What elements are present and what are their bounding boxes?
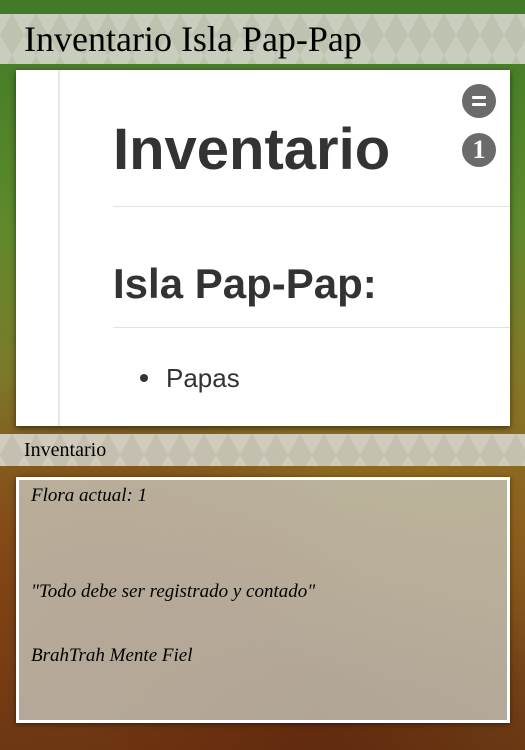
flora-text: Flora actual: 1	[31, 485, 148, 506]
card-type: Inventario	[24, 439, 107, 461]
count-badge-button[interactable]: 1	[462, 133, 496, 167]
image-heading: Inventario	[113, 117, 391, 182]
inventory-list: Papas	[138, 362, 240, 394]
description-box: Flora actual: 1 "Todo debe ser registrad…	[16, 477, 510, 723]
list-item: Papas	[138, 362, 240, 394]
heading-divider	[113, 206, 510, 207]
subheading-divider	[113, 327, 510, 328]
image-subheading: Isla Pap-Pap:	[113, 260, 377, 307]
bullet-icon	[140, 374, 148, 382]
flavor-quote: "Todo debe ser registrado y contado"	[31, 581, 316, 602]
list-item-label: Papas	[166, 363, 240, 393]
card-image: Inventario Isla Pap-Pap: Papas	[16, 70, 510, 426]
card-title: Inventario Isla Pap-Pap	[24, 19, 362, 59]
subtitle-banner: Inventario	[0, 434, 525, 466]
menu-button[interactable]	[462, 84, 496, 118]
margin-rule	[58, 70, 60, 426]
quote-author: BrahTrah Mente Fiel	[31, 645, 193, 666]
title-banner: Inventario Isla Pap-Pap	[0, 14, 525, 64]
